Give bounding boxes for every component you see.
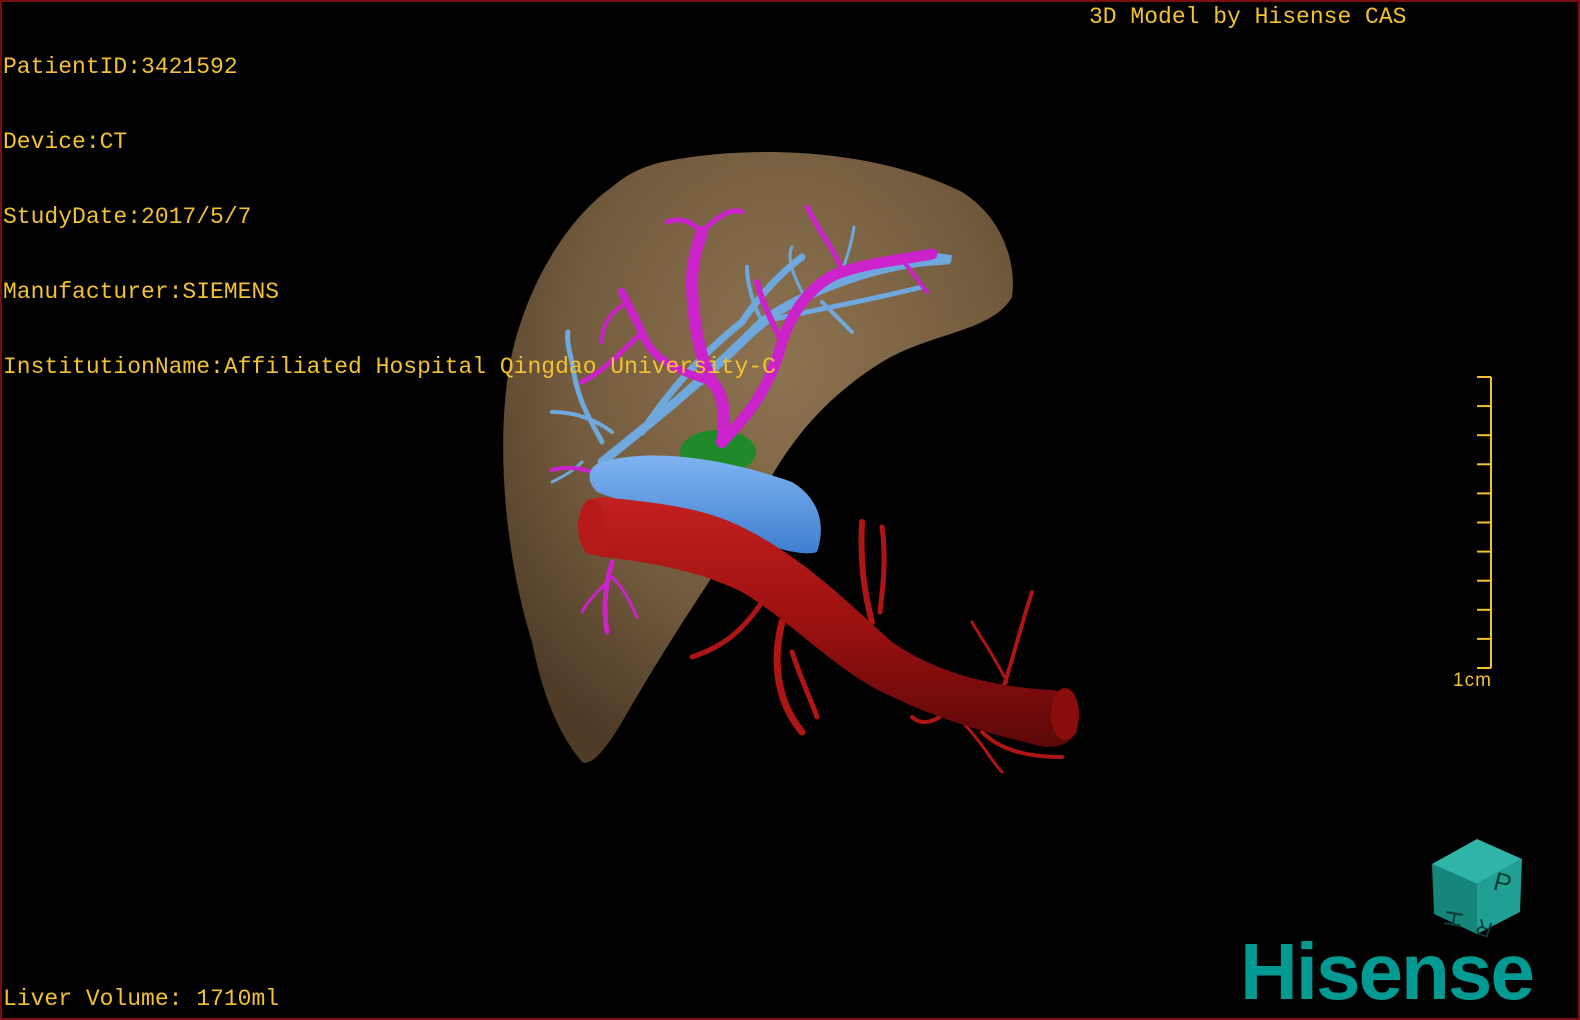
hisense-logo-text: Hisense — [1240, 927, 1533, 1012]
scale-bar — [1477, 376, 1492, 669]
liver-volume: Liver Volume: 1710ml — [3, 986, 280, 1012]
aorta-end-cap — [1051, 688, 1079, 740]
institution-name: InstitutionName:Affiliated Hospital Qing… — [3, 354, 776, 380]
study-date: StudyDate:2017/5/7 — [3, 204, 252, 230]
scale-label: 1cm — [1453, 670, 1492, 691]
hisense-logo: Hisense — [1240, 927, 1535, 1012]
aorta-start-cap — [578, 499, 606, 555]
device: Device:CT — [3, 129, 128, 155]
study-info: PatientID:3421592 Device:CT StudyDate:20… — [3, 5, 776, 430]
model-credit: 3D Model by Hisense CAS — [1089, 4, 1407, 30]
manufacturer: Manufacturer:SIEMENS — [3, 279, 280, 305]
3d-viewport[interactable]: PatientID:3421592 Device:CT StudyDate:20… — [0, 0, 1580, 1020]
patient-id: PatientID:3421592 — [3, 54, 238, 80]
